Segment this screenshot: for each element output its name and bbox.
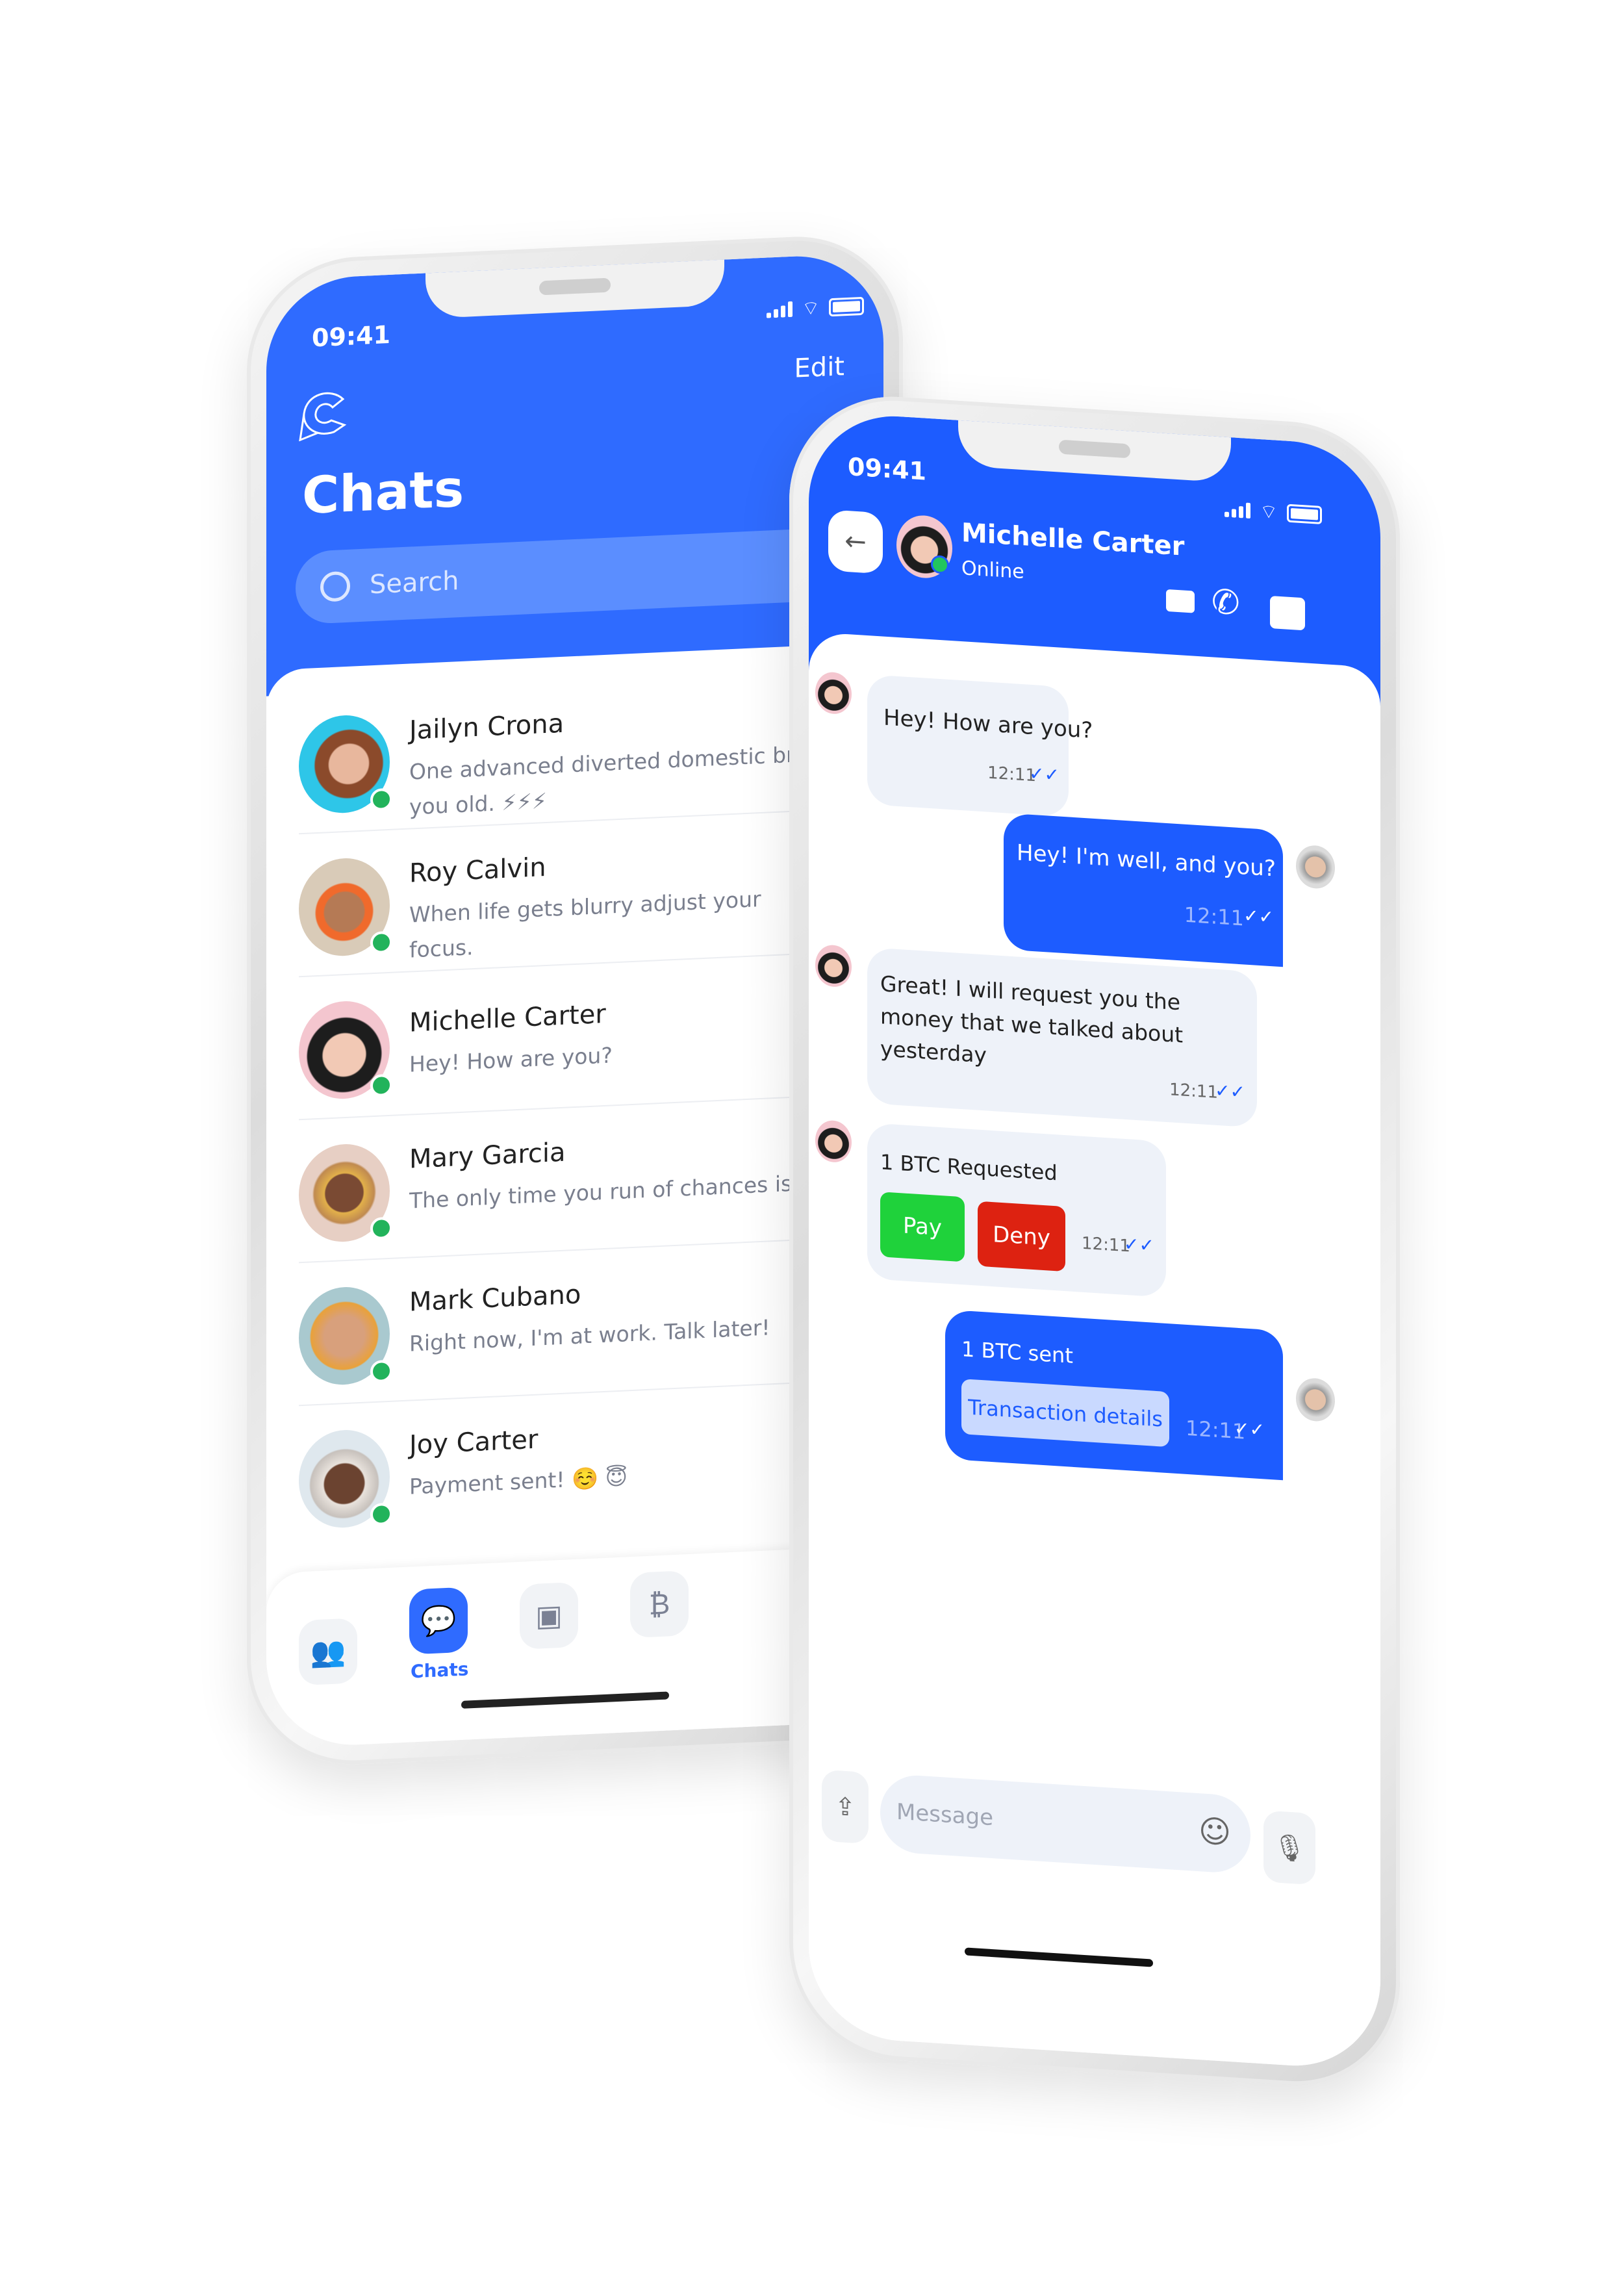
search-icon <box>320 570 350 602</box>
message-time: 12:11 <box>1184 902 1244 931</box>
status-time: 09:41 <box>848 452 926 486</box>
wifi-icon: ⌔ <box>1260 500 1278 524</box>
pay-label: Pay <box>903 1212 942 1242</box>
chat-name: Mary Garcia <box>409 1137 566 1175</box>
phone-call-icon[interactable]: ✆ <box>1212 582 1240 623</box>
message-text: Hey! I'm well, and you? <box>1017 839 1276 882</box>
speaker <box>1059 439 1130 459</box>
wifi-icon: ⌔ <box>802 296 820 321</box>
chat-preview: When life gets blurry adjust your focus. <box>409 886 761 963</box>
emoji-icon[interactable]: ☺ <box>1199 1813 1231 1851</box>
status-time: 09:41 <box>312 320 390 353</box>
attach-button[interactable]: ⇪ <box>822 1769 869 1845</box>
speaker <box>539 277 611 296</box>
read-receipt-icon: ✓✓ <box>1234 1417 1265 1441</box>
app-logo-icon <box>299 387 348 442</box>
chat-name: Joy Carter <box>409 1424 539 1461</box>
back-button[interactable]: ← <box>828 509 883 574</box>
battery-icon <box>829 296 865 317</box>
message-bubble: Hey! I'm well, and you? 12:11 ✓✓ <box>1004 813 1283 967</box>
signal-icon <box>1224 502 1250 519</box>
home-indicator <box>461 1691 669 1709</box>
signal-icon <box>767 301 793 318</box>
message-time: 12:11 <box>1169 1080 1218 1103</box>
chat-icon: 💬 <box>420 1603 457 1639</box>
page-title: Chats <box>302 459 464 526</box>
message-bubble: Great! I will request you the money that… <box>867 947 1257 1128</box>
nav-chats-button[interactable]: 💬 <box>409 1587 468 1655</box>
battery-icon <box>1287 504 1323 525</box>
nav-chats-label: Chats <box>411 1658 469 1683</box>
message-time: 12:11 <box>1082 1233 1130 1257</box>
status-icons: ⌔ <box>767 294 865 323</box>
contact-status: Online <box>961 557 1024 584</box>
microphone-icon: 🎙 <box>1273 1832 1306 1864</box>
wallet-icon[interactable] <box>1270 595 1305 631</box>
back-arrow-icon: ← <box>844 526 867 557</box>
deny-button[interactable]: Deny <box>978 1201 1065 1272</box>
online-indicator <box>370 787 392 811</box>
search-placeholder: Search <box>370 566 459 600</box>
online-indicator <box>370 930 392 954</box>
read-receipt-icon: ✓✓ <box>1215 1079 1245 1103</box>
message-bubble: Hey! How are you? 12:11 ✓✓ <box>867 674 1093 817</box>
online-indicator <box>370 1216 392 1240</box>
wallet-icon: ▣ <box>535 1598 563 1633</box>
read-receipt-icon: ✓✓ <box>1243 904 1274 928</box>
bitcoin-lock-icon: ₿ <box>648 1587 670 1622</box>
online-indicator <box>370 1359 392 1383</box>
chat-name: Jailyn Crona <box>409 708 565 746</box>
nav-bitcoin-button[interactable]: ₿ <box>630 1570 689 1639</box>
conversation-screen: 09:41 ⌔ ← Michelle Carter Online ✆ Hey! … <box>809 411 1380 2071</box>
message-bubble: 1 BTC sent Transaction details 12:11 ✓✓ <box>945 1309 1283 1481</box>
conversation-phone: 09:41 ⌔ ← Michelle Carter Online ✆ Hey! … <box>789 390 1400 2092</box>
message-text: Hey! How are you? <box>883 704 1093 744</box>
contacts-icon: 👥 <box>310 1635 346 1670</box>
chat-name: Mark Cubano <box>409 1279 581 1318</box>
transaction-details-label: Transaction details <box>968 1394 1163 1432</box>
message-text: 1 BTC sent <box>961 1336 1073 1368</box>
read-receipt-icon: ✓✓ <box>1029 762 1059 786</box>
transaction-details-button[interactable]: Transaction details <box>961 1379 1169 1448</box>
online-indicator <box>370 1502 392 1526</box>
read-receipt-icon: ✓✓ <box>1124 1233 1154 1257</box>
attach-file-icon: ⇪ <box>835 1791 856 1822</box>
message-placeholder: Message <box>896 1798 994 1832</box>
video-call-icon[interactable] <box>1166 589 1195 613</box>
edit-button[interactable]: Edit <box>794 351 844 384</box>
nav-contacts-button[interactable]: 👥 <box>299 1618 357 1686</box>
message-text: Great! I will request you the money that… <box>880 971 1184 1068</box>
message-bubble: 1 BTC Requested Pay Deny 12:11 ✓✓ <box>867 1122 1166 1297</box>
deny-label: Deny <box>993 1221 1050 1251</box>
pay-button[interactable]: Pay <box>880 1192 965 1262</box>
chat-name: Michelle Carter <box>409 999 606 1038</box>
message-text: 1 BTC Requested <box>880 1149 1058 1186</box>
chat-name: Roy Calvin <box>409 852 546 889</box>
online-indicator <box>370 1073 392 1097</box>
nav-wallet-button[interactable]: ▣ <box>520 1581 578 1650</box>
voice-button[interactable]: 🎙 <box>1263 1810 1315 1885</box>
